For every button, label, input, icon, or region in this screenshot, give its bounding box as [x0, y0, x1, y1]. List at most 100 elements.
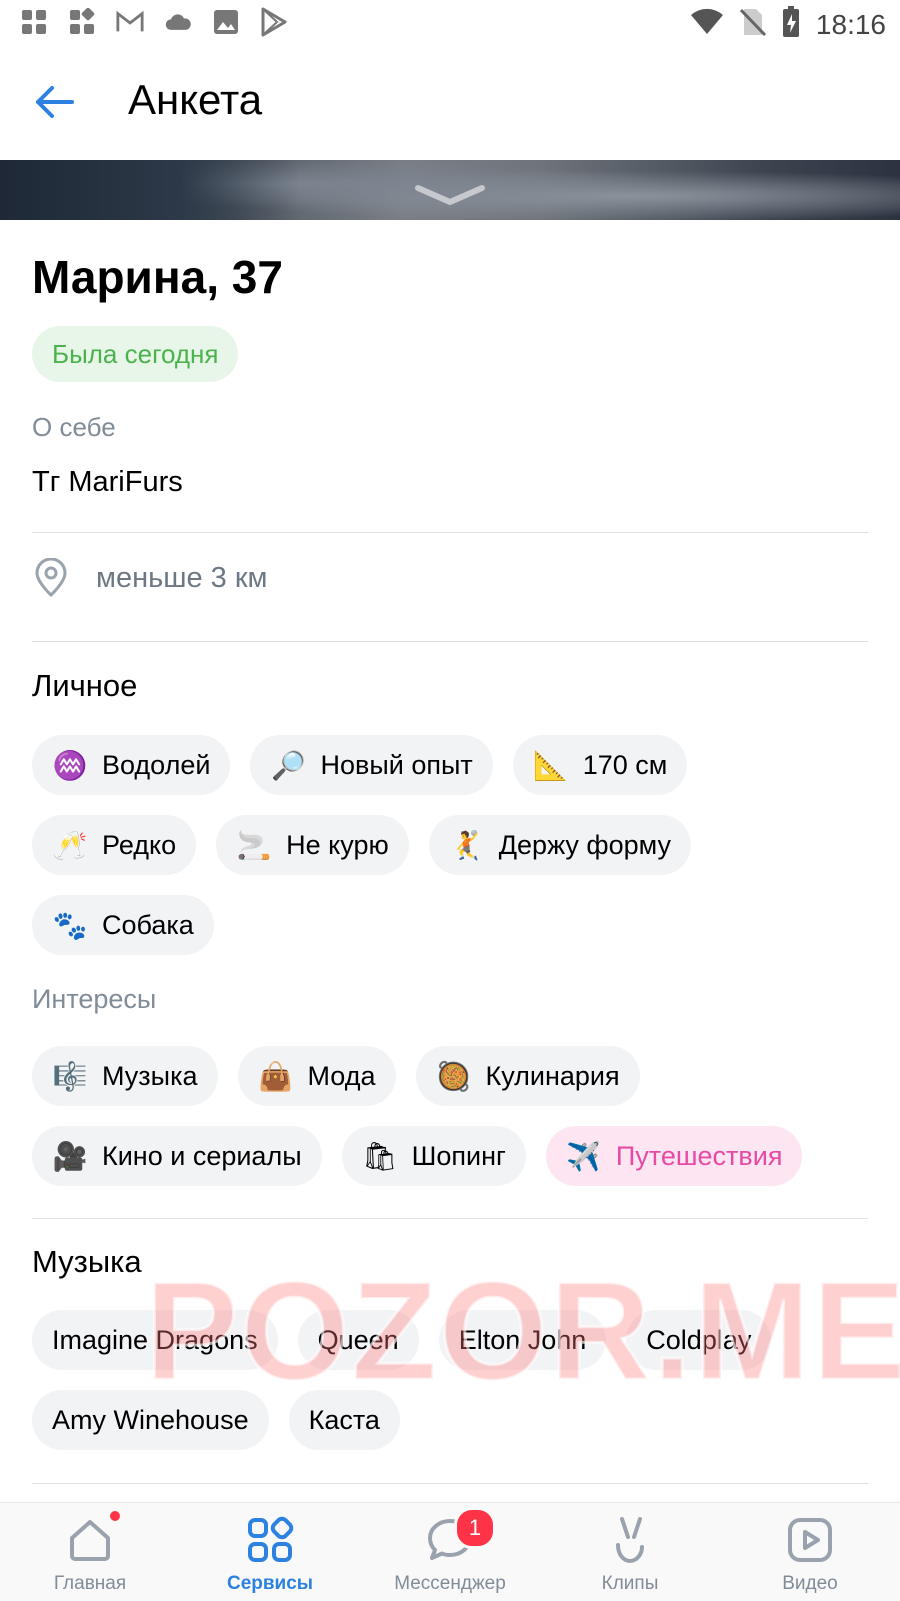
- chip-zodiac[interactable]: ♒ Водолей: [32, 735, 231, 795]
- personal-row-3: 🐾 Собака: [32, 895, 214, 955]
- chip-label: Путешествия: [615, 1140, 783, 1171]
- nav-video[interactable]: Видео: [720, 1503, 900, 1601]
- profile-name: Марина, 37: [32, 251, 283, 303]
- divider: [32, 1218, 868, 1219]
- status-bar: 18:16: [0, 0, 900, 50]
- nav-label: Клипы: [601, 1573, 659, 1594]
- chip-interest-fashion[interactable]: 👜 Мода: [237, 1046, 396, 1106]
- chip-label: Мода: [307, 1060, 376, 1091]
- chip-artist[interactable]: Imagine Dragons: [32, 1310, 278, 1370]
- notification-dot: [110, 1511, 120, 1521]
- chip-label: Собака: [102, 909, 194, 940]
- nav-label: Главная: [53, 1573, 127, 1594]
- nav-label: Сервисы: [226, 1573, 314, 1594]
- clock: 18:16: [815, 8, 886, 40]
- divider: [32, 1483, 868, 1484]
- back-button[interactable]: [32, 80, 76, 124]
- cooking-icon: 🥘: [436, 1060, 471, 1092]
- unread-badge: 1: [454, 1507, 496, 1549]
- arrow-left-icon: [36, 86, 74, 118]
- bottom-navigation: Главная Сервисы 1 Мессенджер Клипы Видео: [0, 1502, 900, 1601]
- handbag-icon: 👜: [258, 1060, 293, 1092]
- no-sim-icon: [739, 7, 767, 42]
- clips-icon: [605, 1515, 655, 1565]
- chip-label: Новый опыт: [320, 749, 473, 780]
- music-row-2: Amy Winehouse Каста: [32, 1390, 400, 1450]
- chip-label: Шопинг: [411, 1140, 506, 1171]
- home-icon: [65, 1515, 115, 1565]
- about-text: Тг MariFurs: [32, 466, 183, 498]
- apps-icon: [20, 8, 48, 36]
- aquarius-icon: ♒: [52, 749, 88, 781]
- widgets-icon: [68, 8, 96, 36]
- chip-pets[interactable]: 🐾 Собака: [32, 895, 214, 955]
- battery-icon: [782, 6, 800, 43]
- ruler-icon: 📐: [533, 749, 569, 781]
- interests-row-1: 🎼 Музыка 👜 Мода 🥘 Кулинария: [32, 1046, 640, 1106]
- cloud-icon: [164, 8, 192, 36]
- chip-interest-shopping[interactable]: 🛍 Шопинг: [341, 1126, 526, 1186]
- chip-artist[interactable]: Elton John: [438, 1310, 607, 1370]
- chevron-down-icon[interactable]: [414, 184, 486, 206]
- status-badge: Была сегодня: [32, 326, 239, 382]
- notification-icons: [20, 7, 288, 37]
- chip-label: Кулинария: [485, 1060, 620, 1091]
- chip-interest-movies[interactable]: 🎥 Кино и сериалы: [32, 1126, 322, 1186]
- chip-interest-music[interactable]: 🎼 Музыка: [32, 1046, 218, 1106]
- interests-row-2: 🎥 Кино и сериалы 🛍 Шопинг ✈️ Путешествия: [32, 1126, 803, 1186]
- chip-label: 170 см: [582, 749, 668, 780]
- champagne-icon: 🥂: [52, 829, 88, 861]
- chip-label: Редко: [102, 829, 177, 860]
- shopping-bags-icon: 🛍: [361, 1140, 398, 1172]
- chip-sport[interactable]: 🤾 Держу форму: [428, 815, 692, 875]
- music-icon: 🎼: [52, 1060, 88, 1092]
- personal-row-2: 🥂 Редко 🚬 Не курю 🤾 Держу форму: [32, 815, 692, 875]
- chip-label: Водолей: [102, 749, 211, 780]
- about-label: О себе: [32, 412, 116, 442]
- chip-interest-travel[interactable]: ✈️ Путешествия: [545, 1126, 803, 1186]
- nav-label: Мессенджер: [394, 1573, 506, 1594]
- nav-messenger[interactable]: 1 Мессенджер: [360, 1503, 540, 1601]
- chip-artist[interactable]: Каста: [288, 1390, 400, 1450]
- sport-icon: 🤾: [449, 829, 485, 861]
- video-icon: [785, 1515, 835, 1565]
- location-pin-icon: [35, 558, 67, 598]
- movie-camera-icon: 🎥: [52, 1140, 88, 1172]
- personal-section-title: Личное: [32, 668, 138, 703]
- gmail-icon: [116, 8, 144, 36]
- chip-height[interactable]: 📐 170 см: [512, 735, 688, 795]
- app-header: Анкета: [0, 50, 900, 160]
- chip-smoking[interactable]: 🚬 Не курю: [216, 815, 409, 875]
- photo-shade: [0, 160, 300, 220]
- profile-photo[interactable]: [0, 160, 900, 220]
- chip-interest-cooking[interactable]: 🥘 Кулинария: [415, 1046, 640, 1106]
- page-title: Анкета: [128, 76, 263, 123]
- nav-home[interactable]: Главная: [0, 1503, 180, 1601]
- chip-label: Кино и сериалы: [102, 1140, 302, 1171]
- system-icons: 18:16: [690, 6, 886, 43]
- cigarette-icon: 🚬: [236, 829, 272, 861]
- play-store-icon: [260, 7, 288, 37]
- chip-alcohol[interactable]: 🥂 Редко: [32, 815, 197, 875]
- chip-goal[interactable]: 🔎 Новый опыт: [250, 735, 493, 795]
- wifi-icon: [690, 8, 724, 41]
- image-icon: [212, 8, 240, 36]
- paw-icon: 🐾: [52, 909, 88, 941]
- nav-clips[interactable]: Клипы: [540, 1503, 720, 1601]
- chip-label: Держу форму: [498, 829, 672, 860]
- chip-label: Музыка: [102, 1060, 198, 1091]
- airplane-icon: ✈️: [566, 1140, 602, 1172]
- magnifier-icon: 🔎: [271, 749, 306, 781]
- divider: [32, 532, 868, 533]
- interests-label: Интересы: [32, 984, 157, 1014]
- divider: [32, 641, 868, 642]
- location-distance: меньше 3 км: [96, 562, 268, 594]
- chip-artist[interactable]: Queen: [297, 1310, 419, 1370]
- nav-services[interactable]: Сервисы: [180, 1503, 360, 1601]
- services-icon: [245, 1515, 295, 1565]
- chip-artist[interactable]: Amy Winehouse: [32, 1390, 269, 1450]
- chip-artist[interactable]: Coldplay: [626, 1310, 772, 1370]
- chip-label: Не курю: [286, 829, 389, 860]
- personal-row-1: ♒ Водолей 🔎 Новый опыт 📐 170 см: [32, 735, 688, 795]
- music-row-1: Imagine Dragons Queen Elton John Coldpla…: [32, 1310, 772, 1370]
